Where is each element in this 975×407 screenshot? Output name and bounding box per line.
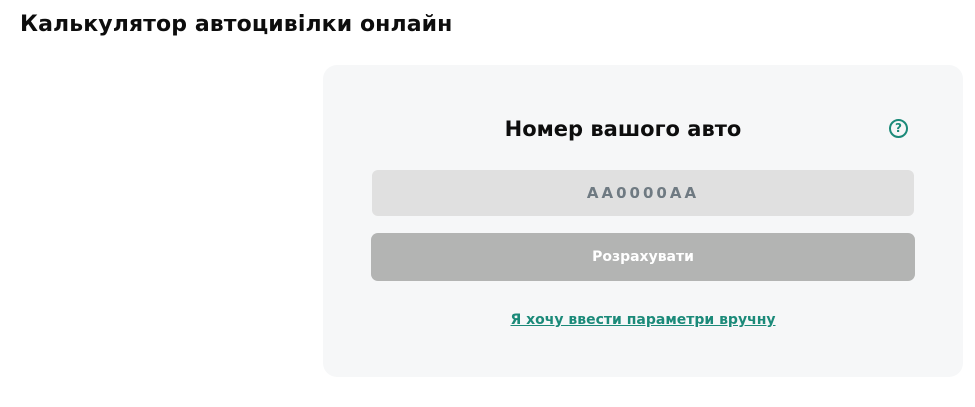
license-plate-input[interactable]	[372, 170, 914, 216]
manual-parameters-link[interactable]: Я хочу ввести параметри вручну	[323, 312, 963, 328]
calculate-button[interactable]: Розрахувати	[371, 233, 915, 281]
car-number-heading: Номер вашого авто	[504, 117, 742, 141]
calculator-card: Номер вашого авто ? Розрахувати Я хочу в…	[323, 65, 963, 377]
question-circle-icon[interactable]: ?	[889, 119, 908, 138]
page-title: Калькулятор автоцивілки онлайн	[20, 12, 453, 37]
